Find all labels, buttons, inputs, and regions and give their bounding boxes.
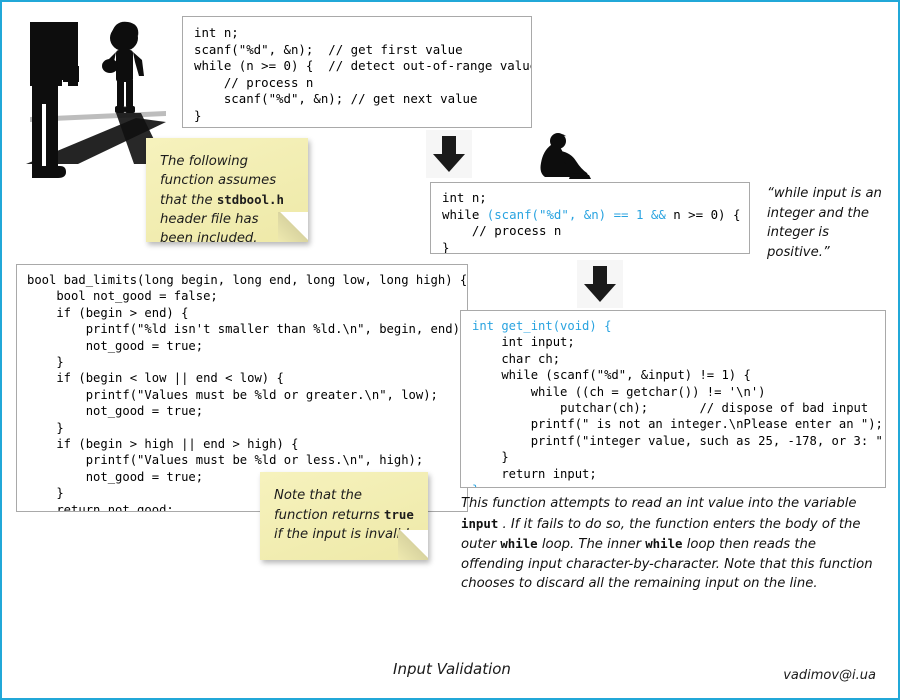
code-line: bool not_good = false; — [27, 289, 218, 304]
sitting-person-silhouette-image — [531, 129, 596, 184]
code-line: while (n >= 0) { // detect out-of-range … — [194, 58, 532, 74]
code-line: printf("Values must be %ld or less.\n", … — [27, 453, 424, 468]
explanation-bold-while-outer: while — [500, 536, 538, 552]
code-line: } — [472, 450, 509, 465]
code-line: } — [442, 239, 450, 254]
code-line: } — [27, 355, 64, 370]
code-line: printf("%ld isn't smaller than %ld.\n", … — [27, 322, 468, 337]
explanation-part1: This function attempts to read an int va… — [461, 496, 857, 511]
down-arrow-icon-1 — [426, 130, 472, 178]
slide-footer-title: Input Validation — [393, 660, 511, 678]
code-line: printf(" is not an integer.\nPlease ente… — [472, 417, 883, 432]
code-line: while ((ch = getchar()) != '\n') — [472, 384, 766, 399]
code-line: printf("Values must be %ld or greater.\n… — [27, 387, 438, 402]
sticky-text-part1: Note that the function returns — [274, 488, 384, 523]
down-arrow-icon-2 — [577, 260, 623, 308]
code-line: int n; — [194, 25, 239, 40]
code-line: printf("integer value, such as 25, -178,… — [472, 433, 886, 448]
code-frag: n >= 0) { — [673, 206, 741, 222]
code-line: putchar(ch); // dispose of bad input — [472, 401, 869, 416]
code-line: not_good = true; — [27, 338, 204, 353]
code-frag: while — [442, 206, 487, 222]
sticky-curl-corner — [278, 212, 308, 242]
code-block-guarded-loop: int n; while (scanf("%d", &n) == 1 && n >… — [430, 182, 750, 254]
slide-footer-author: vadimov@i.ua — [783, 668, 876, 683]
code-block-get-int: int get_int(void) { int input; char ch; … — [460, 310, 886, 488]
code-line: int input; — [472, 335, 575, 350]
code-line: while (scanf("%d", &input) != 1) { — [472, 368, 751, 383]
code-line: bool bad_limits(long begin, long end, lo… — [27, 273, 468, 287]
code-line: } — [27, 420, 64, 435]
code-line: return input; — [472, 466, 597, 481]
code-line: if (begin < low || end < low) { — [27, 371, 284, 386]
explanation-bold-while-inner: while — [645, 536, 683, 552]
sticky-curl-corner — [398, 530, 428, 560]
code-line: not_good = true; — [27, 404, 204, 419]
code-frag-highlight: (scanf("%d", &n) == 1 && — [486, 206, 674, 222]
code-line: // process n — [194, 74, 314, 90]
sticky-note-returns-true: Note that the function returns true if t… — [260, 472, 428, 560]
code-line-while: while (scanf("%d", &n) == 1 && n >= 0) { — [442, 207, 749, 224]
code-line: if (begin > end) { — [27, 305, 189, 320]
quote-while-input: “while input is an integer and the integ… — [767, 186, 882, 260]
code-line: } — [194, 107, 202, 123]
code-line: int n; — [442, 190, 487, 205]
code-block-naive-loop: int n; scanf("%d", &n); // get first valu… — [182, 16, 532, 128]
explanation-bold-input: input — [461, 515, 499, 531]
sticky-text-bold: stdbool.h — [216, 192, 284, 207]
code-line: // process n — [442, 223, 562, 239]
sticky-text-bold: true — [383, 507, 414, 522]
sticky-text-part2: if the input is invalid. — [274, 527, 413, 542]
code-line-signature: int get_int(void) { — [472, 319, 612, 333]
explanation-paragraph: This function attempts to read an int va… — [461, 494, 881, 594]
slide-canvas: int n; scanf("%d", &n); // get first valu… — [0, 0, 900, 700]
explanation-part3: loop. The inner — [537, 537, 646, 553]
code-line: scanf("%d", &n); // get first value — [194, 41, 463, 57]
code-line: char ch; — [472, 351, 561, 366]
code-line: scanf("%d", &n); // get next value — [194, 91, 478, 107]
sticky-text-part2: header file has been included. — [160, 212, 259, 246]
code-line-closing-brace: } — [472, 482, 885, 487]
sticky-note-stdbool: The following function assumes that the … — [146, 138, 308, 246]
code-line: if (begin > high || end > high) { — [27, 437, 299, 452]
